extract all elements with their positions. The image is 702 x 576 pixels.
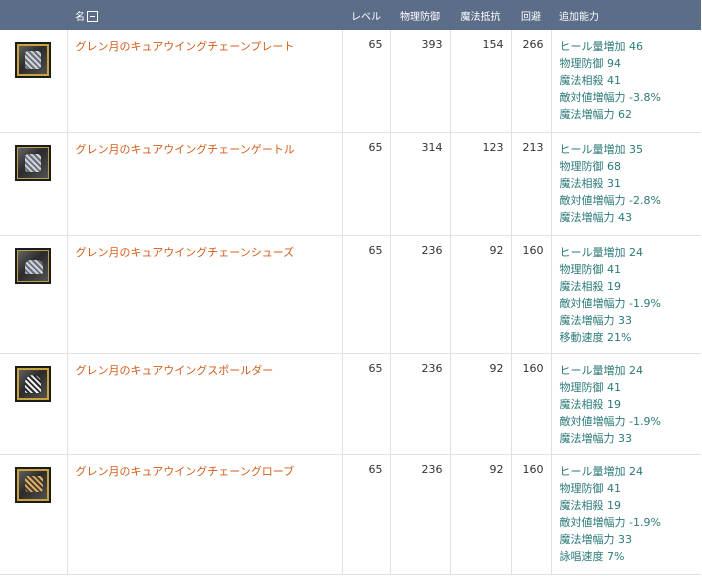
header-name[interactable]: 名: [67, 0, 342, 30]
item-physical-defense: 314: [389, 131, 451, 236]
header-physical-defense[interactable]: 物理防御: [390, 0, 450, 30]
bonus-line: 魔法増幅力 43: [559, 210, 633, 224]
icon-cell: [0, 352, 68, 455]
bonus-line: 物理防御 94: [559, 57, 622, 70]
header-magic-resistance[interactable]: 魔法抵抗: [450, 0, 511, 30]
header-name-label: 名: [75, 11, 85, 23]
shoulder-guard-icon[interactable]: [15, 365, 52, 402]
bonus-line: 魔法増幅力 33: [559, 532, 633, 546]
item-name[interactable]: グレン月のキュアウイングチェーンゲートル: [66, 131, 343, 236]
bonus-line: 魔法相殺 19: [559, 279, 622, 293]
bonus-line: ヒール量増加 46: [559, 40, 644, 53]
bonus-line: 魔法相殺 31: [559, 176, 622, 190]
chain-plate-armor-icon[interactable]: [15, 42, 52, 78]
bonus-line: 移動速度 21%: [559, 330, 632, 344]
item-level: 65: [341, 30, 391, 133]
bonus-line: 物理防御 41: [559, 380, 622, 394]
table-row: グレン月のキュアウイングチェーンプレート 65 393 154 266 ヒール量…: [0, 30, 701, 133]
item-physical-defense: 236: [389, 234, 451, 354]
item-bonus-stats: ヒール量増加 24 物理防御 41 魔法相殺 19 敵対値増幅力 -1.9% 魔…: [550, 352, 701, 455]
item-evasion: 213: [510, 131, 552, 236]
bonus-line: 魔法相殺 41: [559, 74, 622, 87]
item-physical-defense: 236: [389, 352, 451, 455]
bonus-line: 敵対値増幅力 -1.9%: [559, 414, 661, 428]
item-evasion: 266: [510, 30, 552, 133]
item-name[interactable]: グレン月のキュアウイングチェーンシューズ: [66, 234, 343, 354]
item-bonus-stats: ヒール量増加 46 物理防御 94 魔法相殺 41 敵対値増幅力 -3.8% 魔…: [550, 30, 701, 133]
item-magic-resistance: 92: [449, 352, 512, 455]
collapse-toggle-icon[interactable]: [87, 11, 98, 22]
bonus-line: 敵対値増幅力 -1.9%: [559, 515, 661, 529]
item-bonus-stats: ヒール量増加 35 物理防御 68 魔法相殺 31 敵対値増幅力 -2.8% 魔…: [550, 131, 701, 236]
bonus-line: 敵対値増幅力 -1.9%: [559, 296, 661, 310]
bonus-line: 詠唱速度 7%: [559, 549, 625, 563]
chain-shoes-icon[interactable]: [15, 247, 52, 284]
chain-gaiter-icon[interactable]: [15, 144, 52, 181]
icon-cell: [0, 234, 68, 354]
item-evasion: 160: [510, 234, 552, 354]
item-bonus-stats: ヒール量増加 24 物理防御 41 魔法相殺 19 敵対値増幅力 -1.9% 魔…: [550, 453, 701, 575]
bonus-line: 物理防御 41: [559, 262, 622, 276]
item-level: 65: [341, 352, 391, 455]
item-evasion: 160: [510, 453, 552, 575]
table-header-row: 名 レベル 物理防御 魔法抵抗 回避 追加能力: [0, 0, 701, 30]
header-icon-column: [0, 0, 67, 30]
header-level[interactable]: レベル: [342, 0, 390, 30]
item-name[interactable]: グレン月のキュアウイングチェーンプレート: [66, 30, 343, 133]
item-physical-defense: 393: [389, 30, 451, 133]
table-row: グレン月のキュアウイングスポールダー 65 236 92 160 ヒール量増加 …: [0, 352, 701, 455]
item-level: 65: [341, 453, 391, 575]
bonus-line: 敵対値増幅力 -3.8%: [559, 91, 661, 104]
bonus-line: ヒール量増加 24: [559, 245, 644, 259]
item-level: 65: [341, 234, 391, 354]
item-magic-resistance: 92: [449, 234, 512, 354]
item-name[interactable]: グレン月のキュアウイングスポールダー: [66, 352, 343, 455]
bonus-line: ヒール量増加 35: [559, 142, 644, 156]
table-row: グレン月のキュアウイングチェーンゲートル 65 314 123 213 ヒール量…: [0, 131, 701, 236]
table-row: グレン月のキュアウイングチェーングローブ 65 236 92 160 ヒール量増…: [0, 453, 701, 575]
table-row: グレン月のキュアウイングチェーンシューズ 65 236 92 160 ヒール量増…: [0, 234, 701, 354]
icon-cell: [0, 131, 68, 236]
item-evasion: 160: [510, 352, 552, 455]
bonus-line: ヒール量増加 24: [559, 363, 644, 377]
icon-cell: [0, 453, 68, 575]
bonus-line: 魔法相殺 19: [559, 397, 622, 411]
chain-glove-icon[interactable]: [15, 466, 52, 503]
item-level: 65: [341, 131, 391, 236]
header-bonus-stats[interactable]: 追加能力: [551, 0, 701, 30]
item-name[interactable]: グレン月のキュアウイングチェーングローブ: [66, 453, 343, 575]
item-table: 名 レベル 物理防御 魔法抵抗 回避 追加能力 グレン月のキュアウイングチェーン…: [0, 0, 701, 575]
bonus-line: ヒール量増加 24: [559, 464, 644, 478]
item-magic-resistance: 92: [449, 453, 512, 575]
icon-cell: [0, 30, 68, 133]
item-physical-defense: 236: [389, 453, 451, 575]
header-evasion[interactable]: 回避: [511, 0, 551, 30]
bonus-line: 敵対値増幅力 -2.8%: [559, 193, 661, 207]
bonus-line: 物理防御 41: [559, 481, 622, 495]
item-magic-resistance: 123: [449, 131, 512, 236]
bonus-line: 魔法増幅力 33: [559, 431, 633, 445]
item-magic-resistance: 154: [449, 30, 512, 133]
bonus-line: 魔法増幅力 62: [559, 108, 633, 121]
bonus-line: 魔法増幅力 33: [559, 313, 633, 327]
bonus-line: 物理防御 68: [559, 159, 622, 173]
bonus-line: 魔法相殺 19: [559, 498, 622, 512]
item-bonus-stats: ヒール量増加 24 物理防御 41 魔法相殺 19 敵対値増幅力 -1.9% 魔…: [550, 234, 701, 354]
